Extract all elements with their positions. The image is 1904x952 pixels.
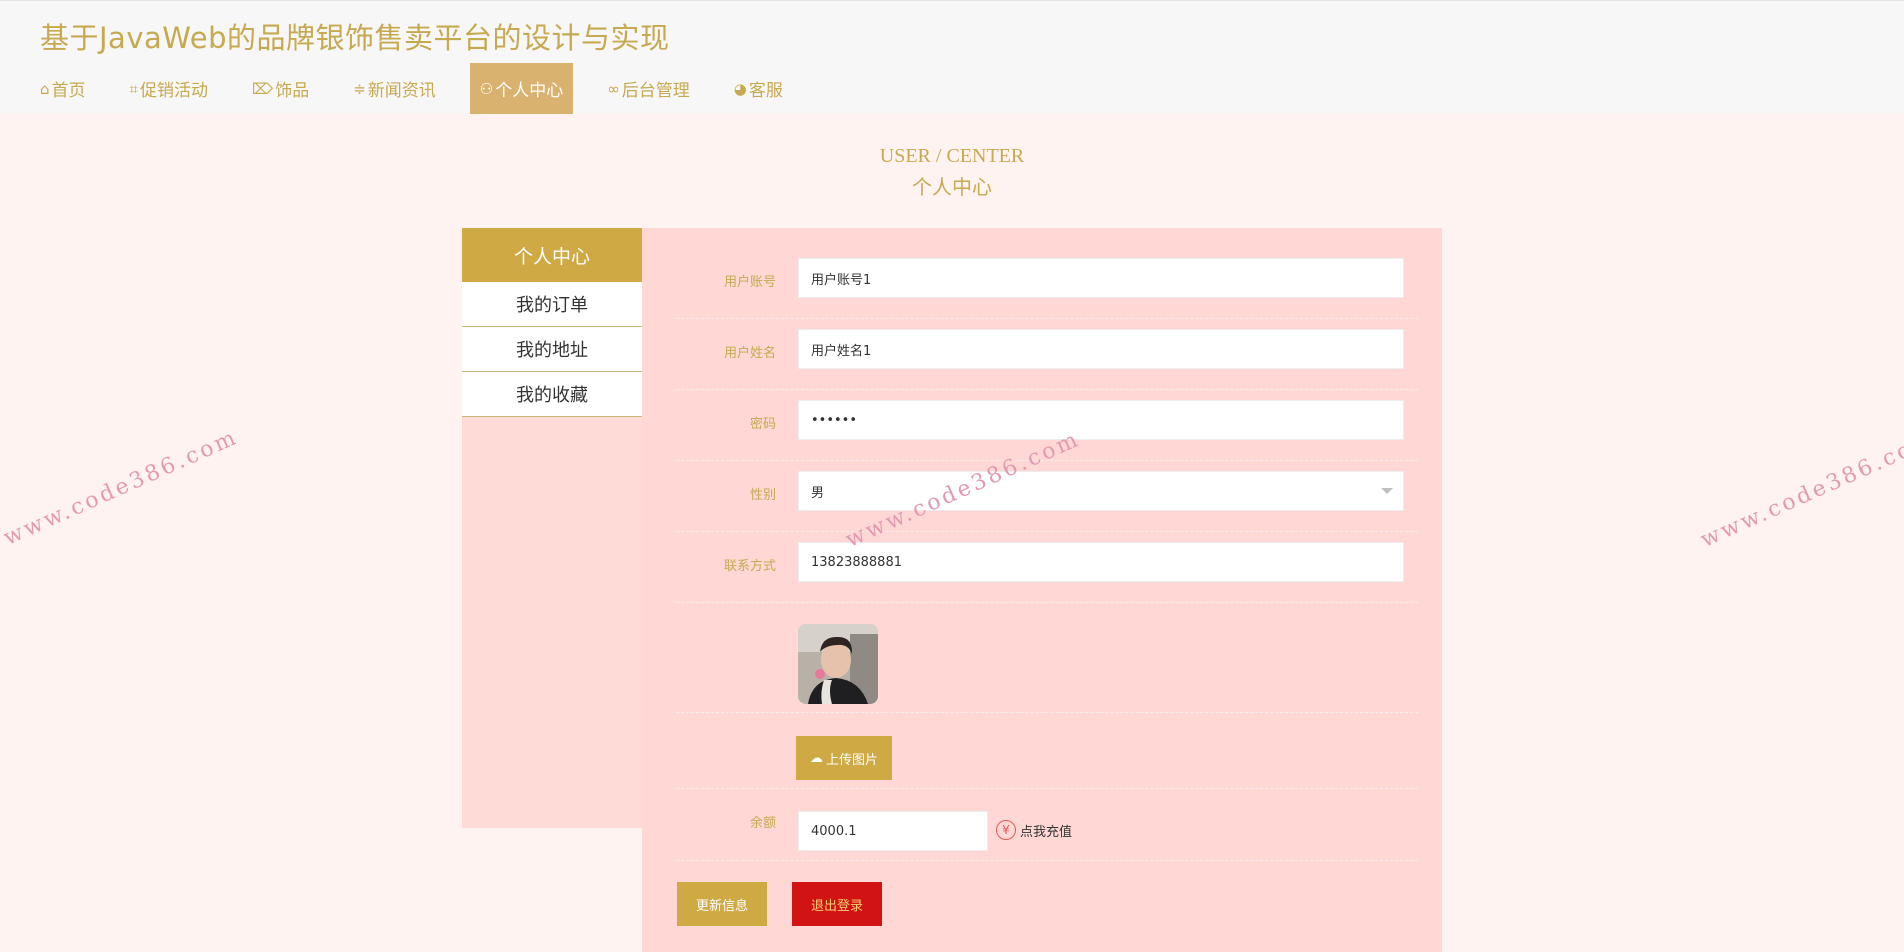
nav-label: 新闻资讯 (367, 81, 436, 101)
sliders-icon: ≑ (353, 79, 366, 98)
gender-select[interactable]: 男 (798, 471, 1404, 511)
user-form-panel: 用户账号 用户账号1 用户姓名 用户姓名1 密码 •••••• 性别 男 联系方… (642, 228, 1442, 952)
nav-label: 饰品 (275, 81, 310, 101)
user-sidebar: 个人中心 我的订单 我的地址 我的收藏 (462, 228, 642, 828)
password-label: 密码 (749, 417, 776, 432)
sidebar-item-favorites[interactable]: 我的收藏 (462, 372, 642, 417)
name-input[interactable]: 用户姓名1 (798, 329, 1404, 369)
nav-promotions[interactable]: ⌗ 促销活动 (120, 63, 218, 114)
form-row-name: 用户姓名 用户姓名1 (676, 329, 1418, 390)
nav-label: 首页 (51, 81, 86, 101)
avatar (798, 624, 878, 704)
nav-label: 客服 (748, 81, 783, 101)
nav-label: 个人中心 (495, 81, 564, 101)
yen-icon: ¥ (996, 820, 1016, 840)
logout-button[interactable]: 退出登录 (792, 882, 882, 926)
sidebar-item-address[interactable]: 我的地址 (462, 327, 642, 372)
main-nav: ⌂ 首页 ⌗ 促销活动 ⌦ 饰品 ≑ 新闻资讯 ⚇ 个人中心 ∞ 后台管理 ◕ … (30, 63, 817, 114)
sidebar-item-orders[interactable]: 我的订单 (462, 282, 642, 327)
recharge-label: 点我充值 (1020, 824, 1073, 840)
gender-label: 性别 (749, 488, 776, 503)
name-label: 用户姓名 (723, 346, 776, 361)
user-icon: ⚇ (479, 79, 494, 98)
form-row-avatar (676, 613, 1418, 713)
chat-icon: ◕ (733, 79, 747, 98)
account-label: 用户账号 (723, 275, 776, 290)
home-icon: ⌂ (40, 79, 50, 98)
top-header: 基于JavaWeb的品牌银饰售卖平台的设计与实现 ⌂ 首页 ⌗ 促销活动 ⌦ 饰… (0, 0, 1904, 114)
promo-icon: ⌗ (129, 79, 138, 98)
site-title: 基于JavaWeb的品牌银饰售卖平台的设计与实现 (40, 21, 670, 55)
nav-user-center[interactable]: ⚇ 个人中心 (469, 63, 574, 114)
upload-label: 上传图片 (825, 752, 878, 768)
balance-input[interactable]: 4000.1 (798, 811, 988, 851)
section-title-en: USER / CENTER (879, 145, 1025, 167)
nav-news[interactable]: ≑ 新闻资讯 (343, 63, 446, 114)
account-input[interactable]: 用户账号1 (798, 258, 1404, 298)
chevron-down-icon (1381, 488, 1393, 494)
update-info-button[interactable]: 更新信息 (677, 882, 767, 926)
password-input[interactable]: •••••• (798, 400, 1404, 440)
nav-label: 后台管理 (621, 81, 690, 101)
form-row-account: 用户账号 用户账号1 (676, 258, 1418, 319)
tag-icon: ⌦ (251, 79, 274, 98)
nav-label: 促销活动 (139, 81, 208, 101)
nav-home[interactable]: ⌂ 首页 (30, 63, 96, 114)
watermark-right: www.code386.com (1697, 426, 1904, 553)
watermark-left: www.code386.com (0, 424, 243, 551)
nav-admin[interactable]: ∞ 后台管理 (597, 63, 700, 114)
section-title-cn: 个人中心 (912, 177, 992, 199)
contact-label: 联系方式 (723, 559, 776, 574)
form-row-gender: 性别 男 (676, 471, 1418, 532)
recharge-link[interactable]: ¥ 点我充值 (996, 818, 1072, 842)
form-row-contact: 联系方式 13823888881 (676, 542, 1418, 603)
contact-input[interactable]: 13823888881 (798, 542, 1404, 582)
gender-value: 男 (811, 485, 825, 501)
form-row-upload (676, 723, 1418, 789)
sidebar-header[interactable]: 个人中心 (462, 228, 642, 282)
balance-label: 余额 (749, 816, 776, 831)
nav-service[interactable]: ◕ 客服 (724, 63, 793, 114)
link-icon: ∞ (607, 79, 620, 98)
upload-image-button[interactable]: ☁ 上传图片 (796, 736, 892, 780)
cloud-upload-icon: ☁ (809, 750, 823, 766)
nav-jewelry[interactable]: ⌦ 饰品 (242, 63, 319, 114)
avatar-photo (798, 624, 878, 704)
